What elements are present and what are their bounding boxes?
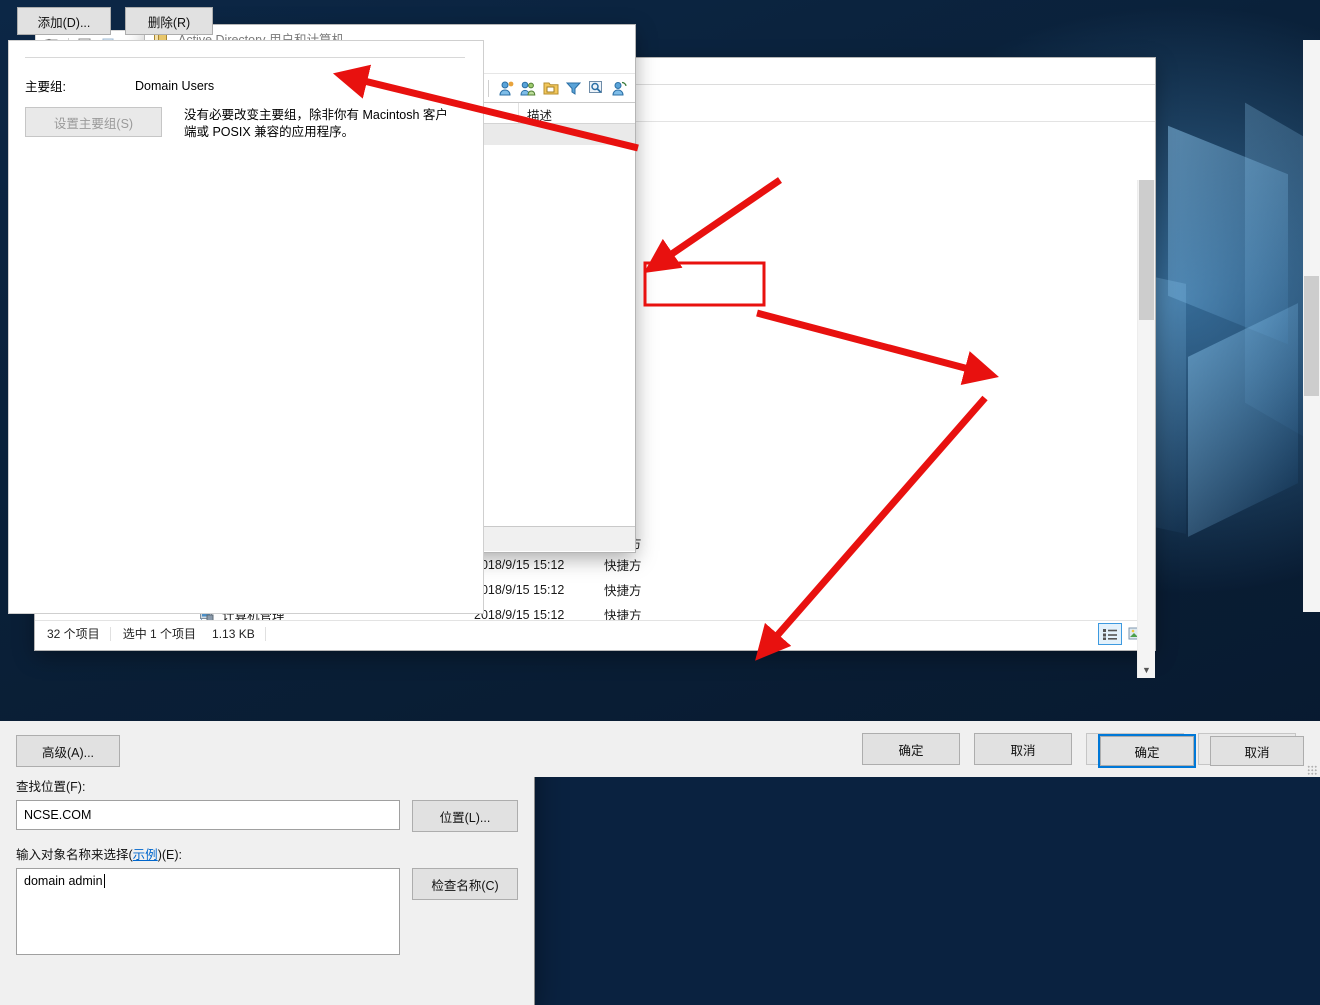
status-size: 1.13 KB [206,627,266,641]
location-label: 查找位置(F): [16,776,518,795]
add-remove-buttons[interactable]: 添加(D)... 删除(R) [17,7,473,35]
new-group-icon[interactable] [519,78,539,99]
scrollbar-thumb[interactable] [1304,276,1319,396]
object-name-input[interactable]: domain admin [16,868,400,955]
ctx-properties-dialog[interactable]: ctx 属性 ? ✕ 添加(D)... 删除(R) 主要组: Domain Us… [0,0,490,660]
location-value[interactable]: NCSE.COM [16,800,400,830]
new-user-icon[interactable] [496,78,516,99]
properties-content-panel: 添加(D)... 删除(R) 主要组: Domain Users 设置主要组(S… [8,40,484,614]
file-type: 快捷方 [604,555,694,574]
explorer-vertical-scrollbar[interactable]: ▼ [1137,180,1155,678]
primary-group-note: 没有必要改变主要组，除非你有 Macintosh 客户端或 POSIX 兼容的应… [184,107,454,141]
status-item-count: 32 个项目 [47,627,111,641]
file-date: 2018/9/15 15:12 [474,558,604,572]
add-user-icon[interactable] [609,78,629,99]
filter-icon[interactable] [564,78,584,99]
select-group-footer[interactable]: 高级(A)... 确定 取消 [0,725,1320,777]
wallpaper-ray [1245,103,1305,438]
file-type: 快捷方 [604,605,694,620]
name-label-prefix: 输入对象名称来选择( [16,848,133,862]
toolbar-divider [488,80,489,97]
new-ou-icon[interactable] [541,78,561,99]
properties-scrollbar[interactable] [1303,40,1320,612]
location-row: NCSE.COM 位置(L)... [16,800,518,832]
scroll-down-icon[interactable]: ▼ [1138,661,1155,678]
primary-group-label: 主要组: [25,76,135,95]
remove-button[interactable]: 删除(R) [125,7,213,35]
primary-group-value: Domain Users [135,79,214,93]
explorer-status-bar: 32 个项目 选中 1 个项目 1.13 KB [35,620,1155,647]
file-date: 2018/9/15 15:12 [474,608,604,621]
file-date: 2018/9/15 15:12 [474,583,604,597]
select-group-ok-button[interactable]: 确定 [1100,736,1194,766]
examples-link[interactable]: 示例 [133,848,158,862]
name-row: domain admin 检查名称(C) [16,868,518,955]
member-of-controls: 添加(D)... 删除(R) 主要组: Domain Users 设置主要组(S… [17,7,473,141]
select-group-cancel-button[interactable]: 取消 [1210,736,1304,766]
name-label: 输入对象名称来选择(示例)(E): [16,844,518,863]
advanced-button[interactable]: 高级(A)... [16,735,120,767]
text-caret [104,874,105,888]
name-label-suffix: )(E): [158,848,182,862]
details-view-icon[interactable] [1098,623,1122,645]
wallpaper-ray [1150,276,1186,534]
primary-group-row: 主要组: Domain Users [25,76,473,95]
file-type: 快捷方 [604,580,694,599]
set-primary-group-button[interactable]: 设置主要组(S) [25,107,162,137]
object-name-value: domain admin [24,874,103,888]
resize-grip[interactable] [1307,765,1317,775]
add-button[interactable]: 添加(D)... [17,7,111,35]
scrollbar-thumb[interactable] [1139,180,1154,320]
divider [25,57,465,58]
check-names-button[interactable]: 检查名称(C) [412,868,518,900]
column-header-description[interactable]: 描述 [519,103,635,123]
primary-group-note-row: 设置主要组(S) 没有必要改变主要组，除非你有 Macintosh 客户端或 P… [25,107,473,141]
find-icon[interactable] [587,78,607,99]
status-selection: 选中 1 个项目 [111,627,206,641]
locations-button[interactable]: 位置(L)... [412,800,518,832]
